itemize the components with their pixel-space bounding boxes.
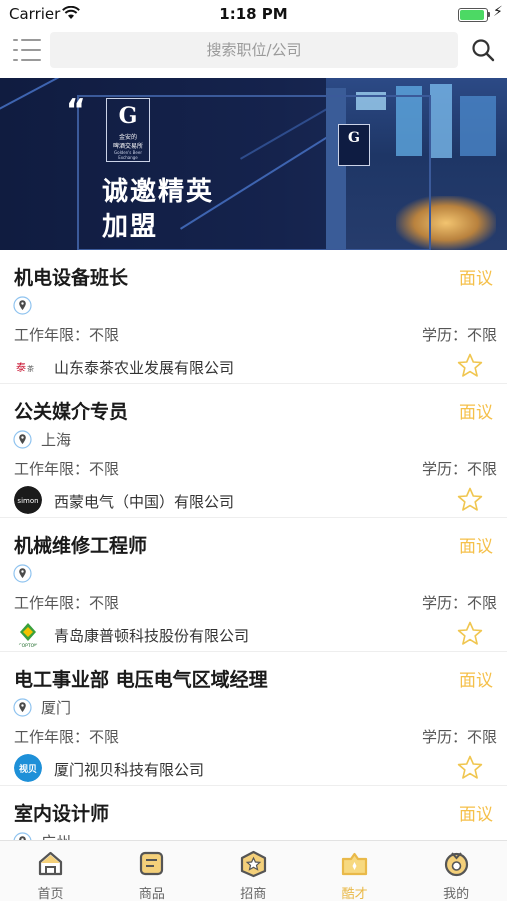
- job-card[interactable]: 机电设备班长 面议 工作年限：不限 学历：不限泰茶山东泰茶农业发展有限公司: [0, 250, 507, 384]
- quote-mark-icon: “: [66, 93, 86, 128]
- company-logo-shibei: 视贝: [14, 754, 42, 782]
- favorite-star-icon[interactable]: [456, 486, 484, 514]
- tab-talent[interactable]: 酷才: [304, 841, 405, 902]
- job-title: 电工事业部 电压电气区域经理: [14, 669, 268, 691]
- promo-banner[interactable]: G “ G 金安的 啤酒交易所 Golden's Beer Exchange 诚…: [0, 78, 507, 250]
- tab-label: 我的: [443, 887, 470, 902]
- search-header: [0, 28, 507, 78]
- search-box[interactable]: [50, 32, 458, 68]
- company-name[interactable]: 青岛康普顿科技股份有限公司: [54, 625, 249, 646]
- charging-bolt-icon: ⚡: [493, 4, 503, 20]
- svg-text:simon: simon: [17, 497, 38, 505]
- job-experience: 工作年限：不限: [14, 326, 120, 344]
- tab-label: 酷才: [341, 887, 368, 902]
- company-name[interactable]: 厦门视贝科技有限公司: [54, 759, 204, 780]
- favorite-star-icon[interactable]: [456, 352, 484, 380]
- talent-icon: [342, 852, 368, 876]
- company-name[interactable]: 山东泰茶农业发展有限公司: [54, 357, 234, 378]
- job-salary: 面议: [459, 805, 493, 825]
- job-education: 学历：不限: [421, 460, 497, 478]
- job-location: 厦门: [41, 699, 72, 717]
- job-card[interactable]: 机械维修工程师 面议工作年限：不限 学历：不限 COPTON 青岛康普顿科技股份有限公司: [0, 518, 507, 652]
- job-title: 机电设备班长: [14, 267, 129, 289]
- job-salary: 面议: [459, 671, 493, 691]
- job-card[interactable]: 电工事业部 电压电气区域经理 面议厦门工作年限：不限 学历：不限视贝 厦门视贝科技有限…: [0, 652, 507, 786]
- tab-label: 首页: [37, 887, 64, 902]
- company-logo-simon: simon: [14, 486, 42, 514]
- location-pin-icon: [13, 564, 32, 583]
- banner-headline-1: 诚邀精英: [102, 177, 215, 207]
- job-salary: 面议: [459, 403, 493, 423]
- search-icon[interactable]: [470, 37, 496, 63]
- battery-icon: [458, 8, 488, 22]
- svg-text:COPTON: COPTON: [18, 643, 37, 648]
- favorite-star-icon[interactable]: [456, 754, 484, 782]
- svg-text:茶: 茶: [27, 364, 34, 373]
- goods-icon: [140, 851, 164, 876]
- location-pin-icon: [13, 832, 32, 840]
- location-pin-icon: [13, 698, 32, 717]
- location-pin-icon: [13, 296, 32, 315]
- tab-label: 招商: [240, 887, 267, 902]
- tab-label: 商品: [138, 887, 165, 902]
- company-logo-copton: COPTON: [14, 620, 42, 648]
- job-location: 上海: [41, 431, 72, 449]
- job-title: 公关媒介专员: [14, 401, 129, 423]
- banner-logo-line3: Golden's Beer Exchange: [114, 150, 142, 160]
- job-location: 广州: [41, 831, 71, 840]
- job-salary: 面议: [459, 269, 493, 289]
- job-title: 室内设计师: [14, 803, 110, 825]
- status-bar: Carrier 1:18 PM ⚡: [0, 0, 507, 28]
- tab-home[interactable]: 首页: [0, 841, 101, 902]
- job-card[interactable]: 室内设计师面议广州工作年限：不限学历：不限: [0, 786, 507, 840]
- location-pin-icon: [13, 430, 32, 449]
- tab-bar: 首页 商品 招商 酷才 我的: [0, 840, 507, 902]
- tab-profile[interactable]: 我的: [406, 841, 507, 902]
- job-experience: 工作年限：不限: [14, 594, 120, 612]
- company-name[interactable]: 西蒙电气（中国）有限公司: [54, 491, 234, 512]
- banner-logo: G 金安的 啤酒交易所 Golden's Beer Exchange: [106, 98, 150, 162]
- banner-logo-line2: 啤酒交易所: [112, 143, 143, 150]
- job-card[interactable]: 公关媒介专员 面议上海工作年限：不限 学历：不限 simon 西蒙电气（中国）有限公司: [0, 384, 507, 518]
- home-icon: [38, 851, 63, 876]
- job-title: 机械维修工程师: [14, 535, 148, 557]
- job-education: 学历：不限: [421, 594, 497, 612]
- job-salary: 面议: [459, 537, 493, 557]
- svg-text:泰: 泰: [16, 361, 26, 374]
- tab-goods[interactable]: 商品: [101, 841, 202, 902]
- tab-star-badge[interactable]: 招商: [203, 841, 304, 902]
- banner-headline-2: 加盟: [102, 212, 159, 242]
- menu-icon[interactable]: [11, 36, 43, 66]
- job-education: 学历：不限: [421, 728, 497, 746]
- search-input[interactable]: [50, 32, 458, 68]
- banner-logo-letter: G: [118, 103, 138, 129]
- banner-logo-line1: 金安的: [118, 134, 137, 141]
- battery-fill: [460, 10, 484, 20]
- clock: 1:18 PM: [219, 5, 288, 23]
- favorite-star-icon[interactable]: [456, 620, 484, 648]
- svg-text:视贝: 视贝: [19, 763, 37, 775]
- star-badge-icon: [240, 850, 266, 878]
- job-education: 学历：不限: [421, 326, 497, 344]
- job-list[interactable]: 机电设备班长 面议 工作年限：不限 学历：不限泰茶山东泰茶农业发展有限公司 公关媒介专员…: [0, 250, 507, 840]
- job-experience: 工作年限：不限: [14, 460, 120, 478]
- battery-tip: [488, 12, 490, 17]
- job-experience: 工作年限：不限: [14, 728, 120, 746]
- company-logo-taicha: 泰茶: [14, 352, 42, 380]
- profile-icon: [444, 852, 468, 877]
